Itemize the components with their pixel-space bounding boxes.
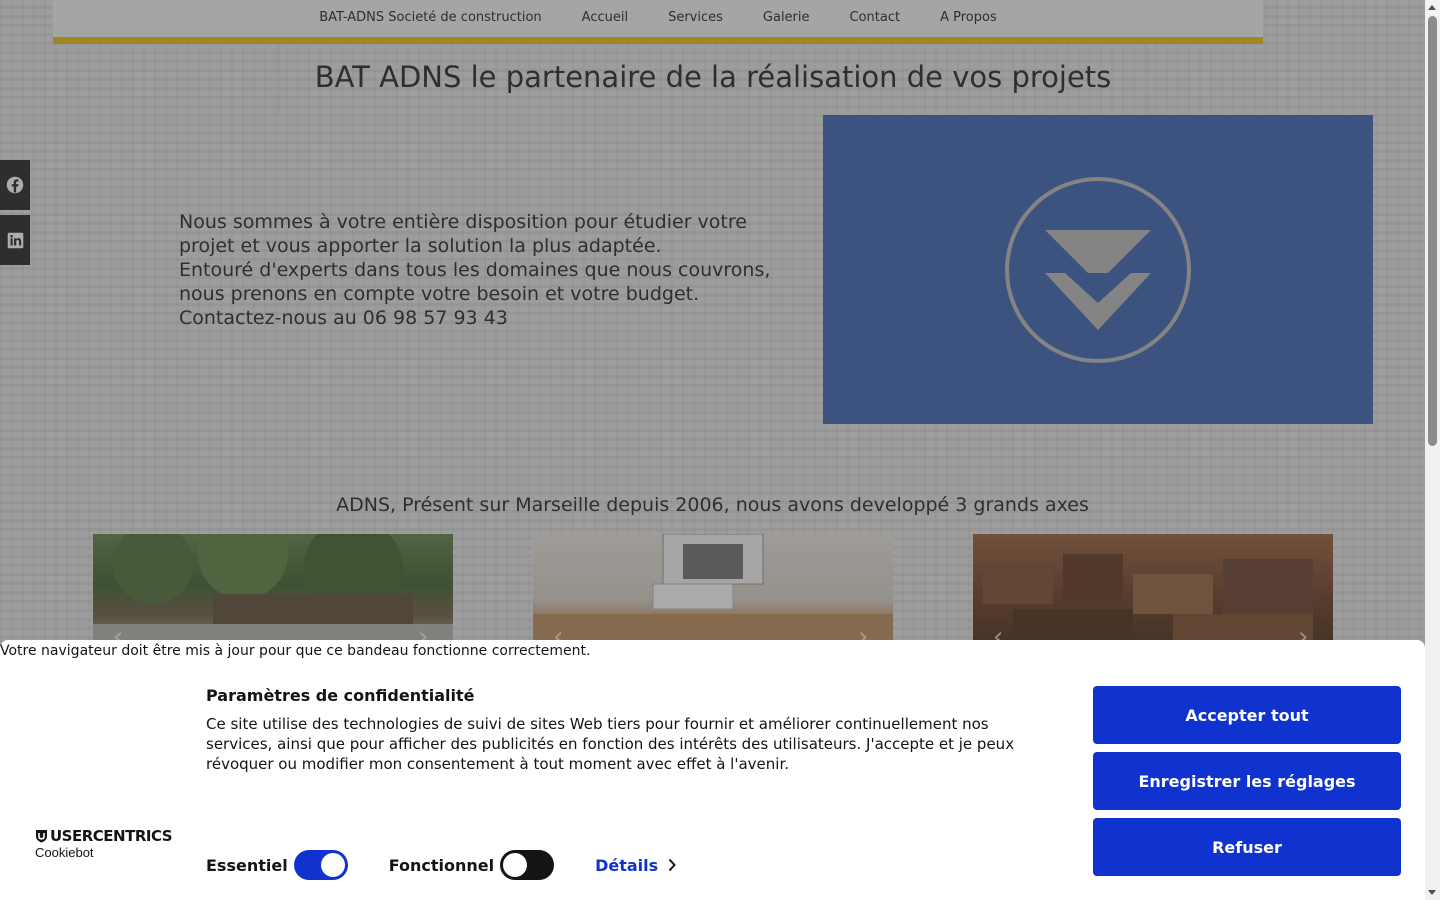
chevron-right-icon (668, 858, 677, 872)
refuse-button[interactable]: Refuser (1093, 818, 1401, 876)
shield-icon (36, 830, 47, 843)
scroll-up-arrow-icon[interactable] (1428, 5, 1436, 10)
toggle-knob (320, 853, 345, 877)
toggle-knob (503, 853, 528, 877)
usercentrics-logo: USERCENTRICS Cookiebot (35, 827, 173, 860)
vertical-scrollbar[interactable] (1425, 0, 1440, 900)
logo-subtitle: Cookiebot (35, 845, 94, 860)
logo-wordmark: USERCENTRICS (50, 827, 173, 845)
toggle-label-fonctionnel: Fonctionnel (388, 855, 495, 875)
toggle-label-essentiel: Essentiel (206, 855, 288, 875)
scrollbar-thumb[interactable] (1428, 16, 1437, 446)
accept-all-button[interactable]: Accepter tout (1093, 686, 1401, 744)
toggle-fonctionnel[interactable] (500, 850, 555, 880)
details-link[interactable]: Détails (595, 855, 677, 875)
scroll-down-arrow-icon[interactable] (1428, 890, 1436, 895)
privacy-description: Ce site utilise des technologies de suiv… (206, 715, 1015, 773)
details-label: Détails (595, 855, 659, 875)
privacy-title: Paramètres de confidentialité (206, 686, 475, 705)
toggle-essentiel[interactable] (293, 850, 348, 880)
consent-toggles-row: Essentiel Fonctionnel Détails (206, 850, 677, 880)
save-settings-button[interactable]: Enregistrer les réglages (1093, 752, 1401, 810)
cookie-banner: Votre navigateur doit être mis à jour po… (0, 640, 1425, 900)
browser-warning: Votre navigateur doit être mis à jour po… (0, 643, 591, 659)
